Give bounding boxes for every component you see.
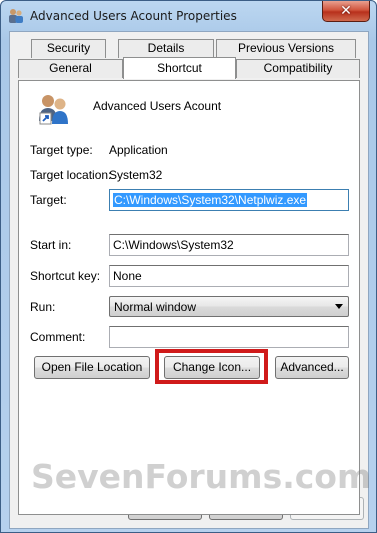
users-icon [8,8,24,24]
tab-general[interactable]: General [18,59,123,78]
run-value: Normal window [114,300,197,314]
properties-window: Advanced Users Acount Properties ✕ Secur… [0,0,377,533]
start-in-label: Start in: [30,238,72,252]
tab-details[interactable]: Details [118,39,214,58]
advanced-button[interactable]: Advanced... [275,356,349,379]
target-field[interactable]: C:\Windows\System32\Netplwiz.exe [109,189,349,211]
tab-previous-versions[interactable]: Previous Versions [216,39,356,58]
highlight-box [155,349,268,384]
chevron-down-icon [335,304,343,309]
shortcut-key-label: Shortcut key: [30,269,101,283]
shortcut-panel: Advanced Users Acount Target type: Appli… [18,80,360,515]
shortcut-name: Advanced Users Acount [93,99,222,113]
dialog-client: Security Details Previous Versions Gener… [9,31,369,529]
target-location-value: System32 [109,168,163,182]
comment-label: Comment: [30,330,86,344]
open-file-location-button[interactable]: Open File Location [34,356,150,379]
target-location-label: Target location: [30,168,112,182]
divider [31,222,349,223]
target-value: C:\Windows\System32\Netplwiz.exe [113,193,308,207]
run-label: Run: [30,300,56,314]
tab-compatibility[interactable]: Compatibility [236,59,360,78]
shortcut-key-field[interactable]: None [109,265,349,287]
title-bar[interactable]: Advanced Users Acount Properties ✕ [1,1,376,31]
watermark: SevenForums.com [31,457,372,496]
start-in-field[interactable]: C:\Windows\System32 [109,234,349,256]
shortcut-users-icon [37,93,71,127]
target-label: Target: [30,193,67,207]
window-title: Advanced Users Acount Properties [30,9,237,23]
divider [31,132,349,133]
close-button[interactable]: ✕ [322,1,370,22]
comment-field[interactable] [109,326,349,348]
run-select[interactable]: Normal window [109,296,349,317]
target-type-value: Application [109,143,168,157]
tab-shortcut[interactable]: Shortcut [123,57,236,79]
close-icon: ✕ [340,3,352,19]
tab-security[interactable]: Security [31,39,106,58]
target-type-label: Target type: [30,143,93,157]
